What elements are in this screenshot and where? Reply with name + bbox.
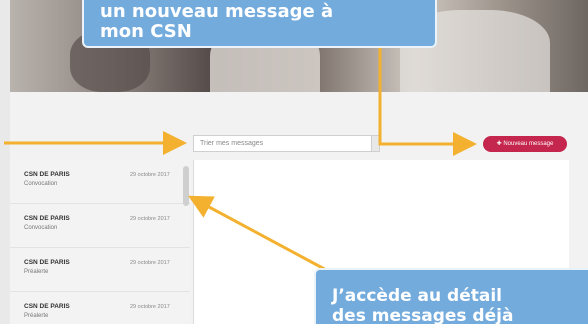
callout-new-message: un nouveau message à mon CSN [82,0,437,48]
new-message-label: Nouveau message [503,141,554,147]
page-edge [0,0,10,324]
message-sender: CSN DE PARIS [24,171,70,178]
list-item[interactable]: CSN DE PARIS Convocation 29 octobre 2017 [10,160,190,204]
search-button[interactable] [371,135,380,152]
message-date: 29 octobre 2017 [130,216,170,222]
callout-bottom-line2: des messages déjà [332,306,514,324]
message-list: CSN DE PARIS Convocation 29 octobre 2017… [10,160,190,324]
list-item[interactable]: CSN DE PARIS Préalerte 29 octobre 2017 [10,248,190,292]
message-subject: Préalerte [24,269,49,275]
message-date: 29 octobre 2017 [130,304,170,310]
callout-top-line2: mon CSN [100,21,192,42]
message-sender: CSN DE PARIS [24,215,70,222]
message-subject: Préalerte [24,313,49,319]
list-item[interactable]: CSN DE PARIS Convocation 29 octobre 2017 [10,204,190,248]
new-message-button[interactable]: ✚ Nouveau message [483,136,567,152]
callout-message-detail: J’accède au détail des messages déjà [314,268,588,324]
message-subject: Convocation [24,181,58,187]
message-date: 29 octobre 2017 [130,172,170,178]
message-subject: Convocation [24,225,58,231]
callout-bottom-line1: J’accède au détail [332,286,502,306]
message-sender: CSN DE PARIS [24,303,70,310]
callout-top-line1: un nouveau message à [100,1,334,22]
list-item[interactable]: CSN DE PARIS Préalerte 29 octobre 2017 [10,292,190,324]
message-sender: CSN DE PARIS [24,259,70,266]
list-scrollbar[interactable] [183,166,189,206]
message-date: 29 octobre 2017 [130,260,170,266]
search-input[interactable]: Trier mes messages [193,135,373,152]
